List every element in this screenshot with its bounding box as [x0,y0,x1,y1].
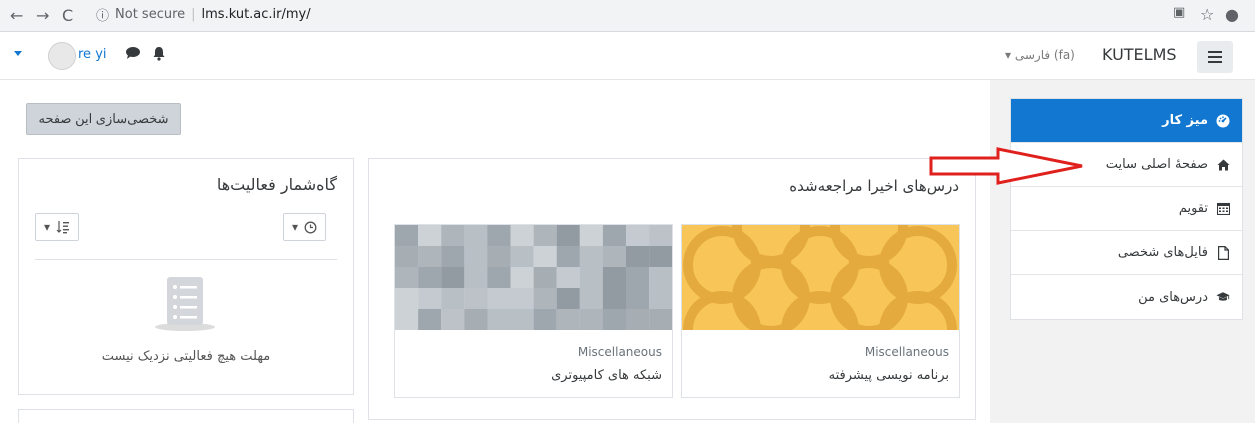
avatar[interactable] [48,42,76,70]
username-link[interactable]: re yi [78,47,107,62]
timeline-title: گاه‌شمار فعالیت‌ها [216,175,337,194]
drawer-item-private-files[interactable]: فایل‌های شخصی [1011,231,1242,275]
reload-icon[interactable]: C [62,6,73,25]
course-image[interactable] [395,225,672,330]
calendar-icon [1216,202,1230,216]
url-text[interactable]: lms.kut.ac.ir/my/ [202,7,311,22]
drawer-item-dashboard[interactable]: میز کار [1011,99,1242,143]
empty-list-icon [155,277,215,331]
course-card[interactable]: Miscellaneous برنامه نویسی پیشرفته [681,224,960,398]
timeline-block: گاه‌شمار فعالیت‌ها ▾ ▾ مهلت هیچ فعالیتی … [18,158,354,395]
timeline-empty-text: مهلت هیچ فعالیتی نزدیک نیست [101,349,271,364]
site-brand[interactable]: KUTELMS [1102,45,1177,64]
course-name[interactable]: برنامه نویسی پیشرفته [829,368,949,383]
customize-page-button[interactable]: شخصی‌سازی این صفحه [26,103,181,135]
language-label: فارسی (fa) [1014,48,1075,62]
recent-courses-block: درس‌های اخیرا مراجعه‌شده Miscellaneous ب… [368,158,976,420]
course-card[interactable]: Miscellaneous شبکه های کامپیوتری [394,224,673,398]
bookmark-star-icon[interactable]: ☆ [1200,5,1214,24]
graduation-cap-icon [1216,290,1230,304]
chevron-down-icon: ▾ [44,220,51,234]
drawer-item-my-courses[interactable]: درس‌های من [1011,275,1242,319]
course-category: Miscellaneous [864,345,949,359]
drawer-item-calendar[interactable]: تقویم [1011,187,1242,231]
divider [35,259,337,260]
course-name[interactable]: شبکه های کامپیوتری [551,368,662,383]
filter-dropdown[interactable]: ▾ [283,213,327,241]
drawer-item-label: صفحهٔ اصلی سایت [1105,157,1208,172]
messages-icon[interactable] [125,46,141,64]
dashboard-icon [1216,114,1230,128]
sort-dropdown[interactable]: ▾ [35,213,80,241]
course-image[interactable] [682,225,959,330]
block-partial [18,409,354,423]
drawer-item-label: تقویم [1178,201,1208,216]
back-icon[interactable]: ← [10,6,23,25]
browser-toolbar: ← → C ⓘ Not secure | lms.kut.ac.ir/my/ ▣… [0,0,1255,32]
address-bar[interactable]: ⓘ Not secure | lms.kut.ac.ir/my/ [96,2,1196,26]
hamburger-icon [1208,51,1222,63]
home-icon [1216,158,1230,172]
info-icon[interactable]: ⓘ [96,5,109,24]
user-menu-caret-icon[interactable] [14,51,22,56]
nav-drawer: میز کار صفحهٔ اصلی سایت تقویم فایل‌های ش… [1010,98,1243,320]
site-navbar: re yi ▾ فارسی (fa) KUTELMS [0,32,1255,80]
chevron-down-icon: ▾ [292,220,299,234]
clock-icon [304,221,317,233]
forward-icon[interactable]: → [36,6,49,25]
hamburger-menu-button[interactable] [1197,41,1233,73]
address-separator: | [191,6,196,22]
sort-list-icon [56,221,70,234]
security-label: Not secure [115,6,186,22]
course-category: Miscellaneous [577,345,662,359]
annotation-arrow-icon [929,147,1083,185]
profile-icon[interactable]: ● [1225,5,1239,24]
translate-icon[interactable]: ▣ [1173,5,1185,20]
language-menu[interactable]: ▾ فارسی (fa) [1005,48,1075,62]
drawer-item-label: میز کار [1162,113,1208,128]
file-icon [1216,245,1230,260]
drawer-item-label: درس‌های من [1138,289,1208,305]
notifications-bell-icon[interactable] [152,46,166,65]
drawer-item-label: فایل‌های شخصی [1117,245,1208,260]
